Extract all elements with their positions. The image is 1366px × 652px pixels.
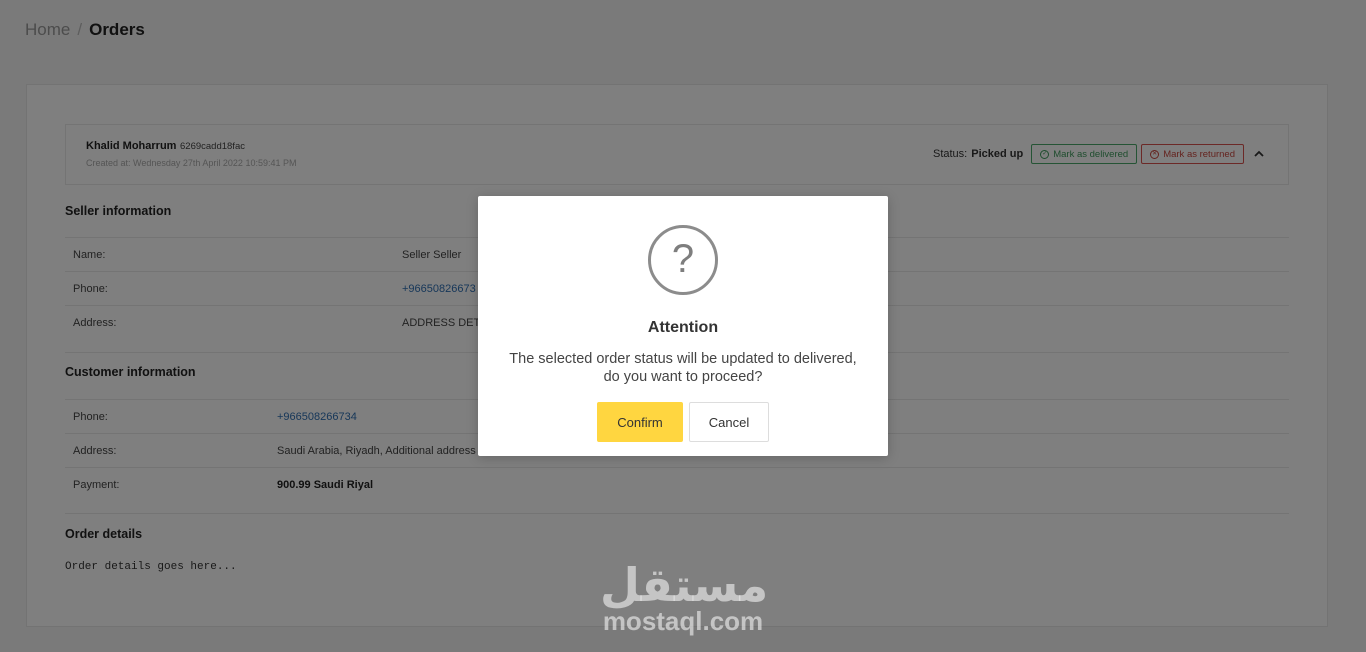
dialog-message: The selected order status will be update… [498,350,868,386]
watermark-latin: mostaql.com [602,606,764,636]
watermark-logo: مستقل mostaql.com [600,558,769,636]
dialog-buttons: Confirm Cancel [478,402,888,442]
dialog-message-line: The selected order status will be update… [509,351,857,367]
dialog-message-line: do you want to proceed? [603,369,763,385]
confirm-dialog: ? Attention The selected order status wi… [478,196,888,456]
dialog-title: Attention [647,319,719,336]
question-icon: ? [648,225,718,295]
watermark-arabic: مستقل [600,558,769,612]
cancel-button[interactable]: Cancel [689,402,769,442]
confirm-button[interactable]: Confirm [597,402,683,442]
